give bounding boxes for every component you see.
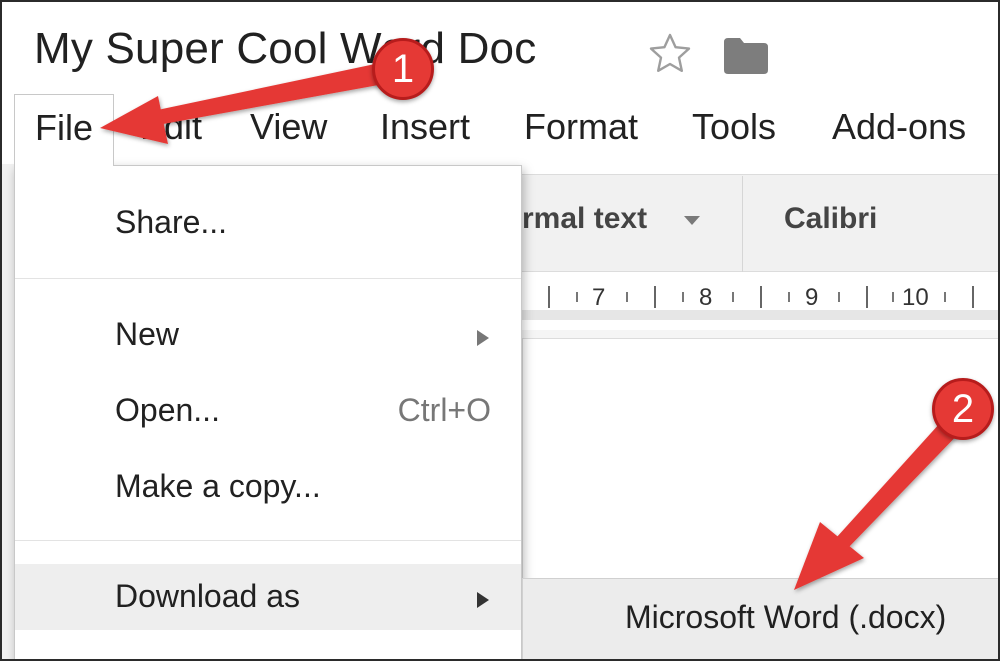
ruler-tick [892, 292, 894, 302]
menu-item-label: Open... [115, 392, 220, 428]
submenu-arrow-icon [477, 330, 489, 346]
keyboard-shortcut: Ctrl+O [397, 392, 491, 428]
ruler-tick [654, 286, 656, 308]
menu-item-cutoff[interactable] [115, 650, 415, 659]
menu-item-download-as[interactable]: Download as [15, 564, 521, 630]
submenu-arrow-icon [477, 592, 489, 608]
ruler-label-7: 7 [592, 284, 606, 311]
download-submenu: Microsoft Word (.docx) [522, 578, 998, 659]
step-1-badge: 1 [372, 38, 434, 100]
menu-item-label: Share... [115, 204, 228, 240]
file-menu-dropdown: Share... New Open... Ctrl+O Make a copy.… [14, 165, 522, 659]
menu-format[interactable]: Format [524, 106, 638, 148]
ruler-label-10: 10 [902, 284, 929, 311]
ruler-tick [972, 286, 974, 308]
menu-item-label: Make a copy... [115, 468, 321, 504]
menu-item-make-copy[interactable]: Make a copy... [15, 454, 521, 520]
ruler-tick [548, 286, 550, 308]
left-gutter [2, 164, 14, 659]
menu-insert[interactable]: Insert [380, 106, 470, 148]
star-icon[interactable] [646, 30, 694, 78]
menu-item-label: New [115, 316, 180, 352]
menu-add-ons[interactable]: Add-ons [832, 106, 966, 148]
app-window: My Super Cool Word Doc rmal text Calibri… [0, 0, 1000, 661]
menu-edit[interactable]: Edit [140, 106, 202, 148]
ruler-tick [760, 286, 762, 308]
ruler-tick [626, 292, 628, 302]
menu-item-new[interactable]: New [15, 302, 521, 368]
menu-separator [15, 540, 521, 541]
font-family-select[interactable]: Calibri [784, 202, 877, 236]
ruler-tick [866, 286, 868, 308]
ruler-tick [788, 292, 790, 302]
document-title[interactable]: My Super Cool Word Doc [34, 24, 536, 74]
chevron-down-icon[interactable] [684, 216, 700, 225]
ruler-label-9: 9 [805, 284, 819, 311]
menu-view[interactable]: View [250, 106, 327, 148]
menu-bar: File Edit View Insert Format Tools Add-o… [2, 94, 998, 166]
ruler-tick [838, 292, 840, 302]
ruler-tick [732, 292, 734, 302]
ruler-tick [944, 292, 946, 302]
toolbar-divider [742, 176, 743, 272]
menu-file[interactable]: File [14, 94, 114, 166]
menu-item-label: Download as [115, 578, 300, 614]
submenu-item-microsoft-word[interactable]: Microsoft Word (.docx) [625, 599, 946, 636]
menu-item-share[interactable]: Share... [15, 190, 521, 256]
menu-separator [15, 278, 521, 279]
step-2-badge: 2 [932, 378, 994, 440]
menu-tools[interactable]: Tools [692, 106, 776, 148]
ruler-label-8: 8 [699, 284, 713, 311]
menu-item-open[interactable]: Open... Ctrl+O [15, 378, 521, 444]
ruler-tick [576, 292, 578, 302]
folder-icon[interactable] [722, 36, 770, 76]
ruler-tick [682, 292, 684, 302]
paragraph-style-select[interactable]: rmal text [522, 202, 647, 236]
